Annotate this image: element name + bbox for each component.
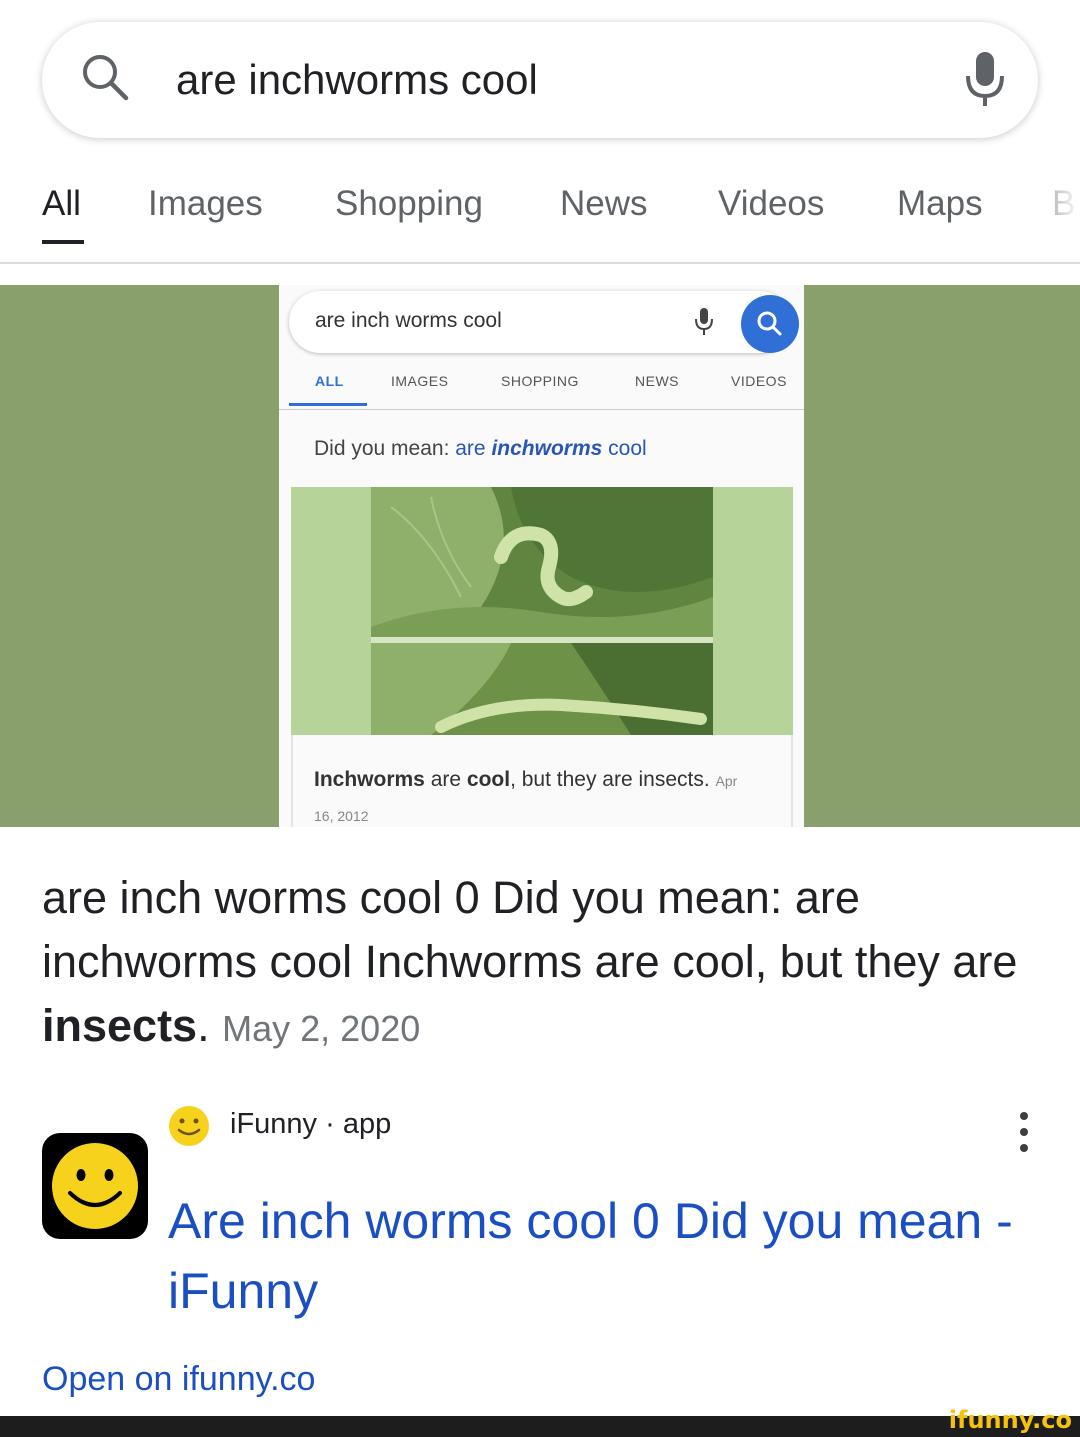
inner-tab-shopping: SHOPPING — [501, 373, 579, 389]
inner-tab-images: IMAGES — [391, 373, 449, 389]
source-favicon-icon — [167, 1104, 211, 1153]
tab-all[interactable]: All — [42, 184, 81, 224]
did-you-mean-word: inchworms — [491, 437, 603, 460]
did-you-mean: Did you mean: are inchworms cool — [314, 437, 647, 461]
tabs-fade — [1028, 150, 1080, 256]
open-on-ifunny-link[interactable]: Open on ifunny.co — [42, 1360, 315, 1399]
tab-news[interactable]: News — [560, 184, 648, 224]
inchworm-photo — [371, 487, 713, 735]
did-you-mean-suffix: cool — [608, 437, 647, 460]
search-input[interactable]: are inchworms cool — [176, 56, 538, 104]
ifunny-watermark: ifunny.co — [948, 1406, 1072, 1434]
inner-search-query: are inch worms cool — [315, 309, 502, 332]
tabs-divider — [0, 262, 1080, 264]
inner-search-button — [741, 295, 799, 353]
screenshot-image: are inch worms cool ALL IMAGES SHOPPING … — [279, 285, 804, 827]
caption-inchworms: Inchworms — [314, 768, 425, 791]
inner-tab-all: ALL — [315, 373, 344, 389]
inner-tab-indicator — [289, 403, 367, 406]
result-title-link[interactable]: Are inch worms cool 0 Did you mean - iFu… — [168, 1186, 1048, 1326]
ifunny-app-logo[interactable] — [42, 1133, 148, 1239]
did-you-mean-prefix: Did you mean: — [314, 437, 450, 460]
did-you-mean-are: are — [455, 437, 486, 460]
inner-tab-news: NEWS — [635, 373, 679, 389]
tab-videos[interactable]: Videos — [718, 184, 824, 224]
caption-cool: cool — [466, 768, 511, 791]
active-tab-indicator — [42, 240, 84, 244]
caption-rest: , but they are insects. — [510, 768, 710, 791]
tab-shopping[interactable]: Shopping — [335, 184, 483, 224]
snippet-date: May 2, 2020 — [222, 1008, 421, 1049]
microphone-icon[interactable] — [962, 50, 1008, 115]
smiley-icon — [52, 1143, 138, 1229]
snippet-end: . — [197, 1000, 210, 1051]
inner-divider — [279, 409, 804, 410]
tab-maps[interactable]: Maps — [897, 184, 983, 224]
search-tabs: All Images Shopping News Videos Maps B — [0, 150, 1080, 262]
inner-microphone-icon — [693, 307, 715, 342]
inner-search-bar: are inch worms cool — [289, 291, 799, 353]
result-image-panel[interactable]: are inch worms cool ALL IMAGES SHOPPING … — [0, 285, 1080, 827]
caption-are: are — [430, 768, 462, 791]
result-snippet: are inch worms cool 0 Did you mean: are … — [42, 866, 1042, 1061]
inner-search-icon — [757, 311, 782, 336]
image-caption: Inchworms are cool, but they are insects… — [314, 763, 754, 827]
source-name: iFunny · app — [230, 1108, 392, 1140]
tab-images[interactable]: Images — [148, 184, 263, 224]
footer-bar — [0, 1416, 1080, 1437]
snippet-bold: insects — [42, 1000, 198, 1051]
snippet-text: are inch worms cool 0 Did you mean: are … — [42, 872, 1018, 987]
inchworm-image-card — [291, 487, 793, 735]
inner-tab-videos: VIDEOS — [731, 373, 787, 389]
more-options-icon[interactable] — [1012, 1112, 1036, 1152]
search-bar[interactable]: are inchworms cool — [42, 22, 1038, 138]
